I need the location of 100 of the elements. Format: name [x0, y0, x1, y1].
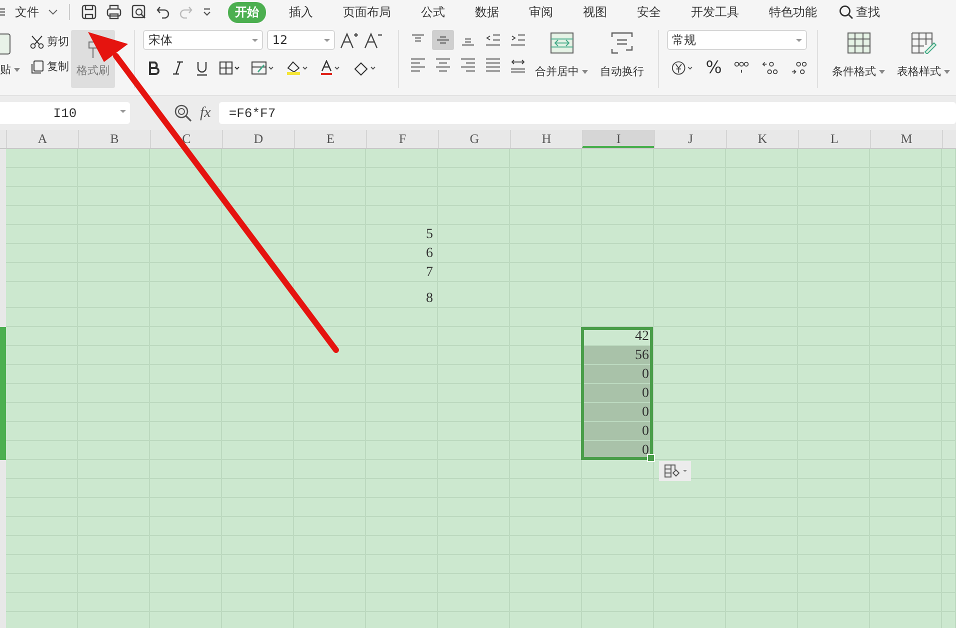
grid-cell: [6, 149, 78, 168]
undo-icon[interactable]: [156, 5, 170, 19]
copy-icon[interactable]: [30, 60, 44, 74]
save-icon[interactable]: [81, 4, 97, 20]
caret-icon[interactable]: [879, 70, 885, 74]
decrease-decimal-icon[interactable]: [790, 59, 810, 77]
ribbon-tab[interactable]: 页面布局: [336, 2, 398, 22]
grid-cell: [150, 206, 222, 225]
grid-cell: [6, 555, 78, 574]
grid-cell: [654, 365, 726, 384]
file-menu[interactable]: 文件: [15, 4, 39, 20]
print-preview-icon[interactable]: [131, 4, 147, 20]
italic-icon[interactable]: [171, 61, 186, 75]
column-header[interactable]: L: [798, 130, 870, 148]
merge-center-button[interactable]: 合并居中: [535, 64, 580, 79]
fill-color-icon[interactable]: [285, 60, 310, 76]
wrap-text-button[interactable]: 自动换行: [600, 64, 644, 79]
grid-cell: [150, 168, 222, 187]
scissors-icon[interactable]: [30, 34, 44, 48]
grid-cell: [6, 327, 78, 346]
ribbon-tab[interactable]: 审阅: [522, 2, 560, 22]
ribbon-tab[interactable]: 视图: [576, 2, 614, 22]
column-header[interactable]: A: [6, 130, 78, 148]
print-icon[interactable]: [106, 4, 122, 20]
underline-icon[interactable]: [195, 60, 210, 76]
ribbon-tab[interactable]: 开发工具: [684, 2, 746, 22]
menu-icon[interactable]: [0, 7, 6, 17]
grid-cell: [6, 206, 78, 225]
ribbon-tab[interactable]: 插入: [282, 2, 320, 22]
formula-field[interactable]: =F6*F7: [218, 102, 956, 124]
table-style-icon[interactable]: [910, 32, 936, 54]
grid-cell: [222, 282, 294, 308]
font-grow-icon[interactable]: [339, 31, 360, 49]
dropdown-icon[interactable]: [202, 7, 212, 17]
cut-button[interactable]: 剪切: [47, 34, 69, 49]
grid-cell: [6, 479, 78, 498]
ribbon-tab[interactable]: 安全: [630, 2, 668, 22]
grid-cell: [6, 593, 78, 612]
grid-cell: [294, 346, 366, 365]
grid-cell: [294, 149, 366, 168]
wrap-text-icon[interactable]: [610, 32, 634, 54]
grid-cell: [6, 517, 78, 536]
grid-cell: [654, 422, 726, 441]
grid-cell: [654, 384, 726, 403]
column-header[interactable]: C: [150, 130, 222, 148]
column-header[interactable]: K: [726, 130, 798, 148]
conditional-format-icon[interactable]: [846, 32, 870, 54]
number-format-field[interactable]: 常规: [667, 30, 808, 50]
grid-cell: [654, 327, 726, 346]
borders-icon[interactable]: [219, 61, 242, 75]
grid-cell: [798, 149, 870, 168]
grid-cell: 8: [366, 282, 438, 308]
grid-cell: [654, 149, 726, 168]
caret-icon[interactable]: [14, 68, 20, 72]
grid-cell: [6, 365, 78, 384]
increase-decimal-icon[interactable]: [760, 59, 780, 77]
column-header[interactable]: G: [438, 130, 510, 148]
font-name-field[interactable]: 宋体: [143, 30, 264, 50]
grid-cell: [510, 460, 582, 479]
column-header[interactable]: E: [294, 130, 366, 148]
column-header[interactable]: M: [870, 130, 942, 148]
copy-button[interactable]: 复制: [47, 59, 69, 74]
table-style-button[interactable]: 表格样式: [897, 64, 941, 79]
column-header[interactable]: F: [366, 130, 438, 148]
fx-button[interactable]: fx: [200, 104, 211, 122]
merge-cells-icon[interactable]: [550, 32, 574, 54]
chevron-down-icon[interactable]: [48, 9, 58, 15]
paste-options-icon[interactable]: [659, 461, 691, 481]
bold-icon[interactable]: [147, 61, 162, 75]
grid-cell: [78, 149, 150, 168]
caret-icon[interactable]: [944, 70, 950, 74]
conditional-format-button[interactable]: 条件格式: [832, 64, 876, 79]
align-middle-icon[interactable]: [432, 30, 454, 50]
search-label[interactable]: 查找: [856, 4, 880, 20]
grid-cell: [6, 187, 78, 206]
grid-cell: [366, 149, 438, 168]
grid-cell: [6, 346, 78, 365]
eraser-icon[interactable]: [353, 60, 378, 76]
column-header[interactable]: D: [222, 130, 294, 148]
percent-button[interactable]: %: [706, 58, 722, 78]
grid-cell: [294, 327, 366, 346]
grid-cell: 0: [582, 403, 654, 422]
grid-cell: [6, 441, 78, 460]
caret-icon[interactable]: [582, 70, 588, 74]
grid-cell: [438, 149, 510, 168]
fill-handle[interactable]: [647, 454, 655, 462]
column-header[interactable]: I: [582, 130, 654, 148]
ribbon-tab[interactable]: 公式: [414, 2, 452, 22]
column-header[interactable]: J: [654, 130, 726, 148]
ribbon-tab[interactable]: 数据: [468, 2, 506, 22]
paste-button[interactable]: 贴: [0, 62, 11, 77]
search-icon[interactable]: [839, 4, 854, 20]
name-box[interactable]: I10: [0, 102, 130, 124]
zoom-icon[interactable]: [174, 104, 192, 122]
font-size-field[interactable]: 12: [267, 30, 336, 50]
font-shrink-icon[interactable]: [363, 31, 384, 49]
fill-pattern-icon[interactable]: [251, 61, 276, 75]
column-header[interactable]: B: [78, 130, 150, 148]
ribbon-tab[interactable]: 特色功能: [762, 2, 824, 22]
grid-cell: [222, 187, 294, 206]
